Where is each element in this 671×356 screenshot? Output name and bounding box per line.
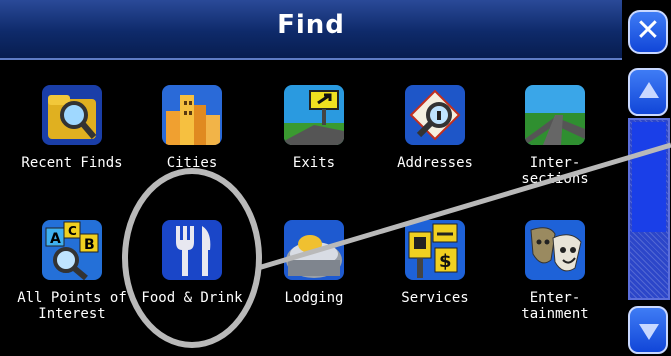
callout-line: [257, 142, 671, 271]
